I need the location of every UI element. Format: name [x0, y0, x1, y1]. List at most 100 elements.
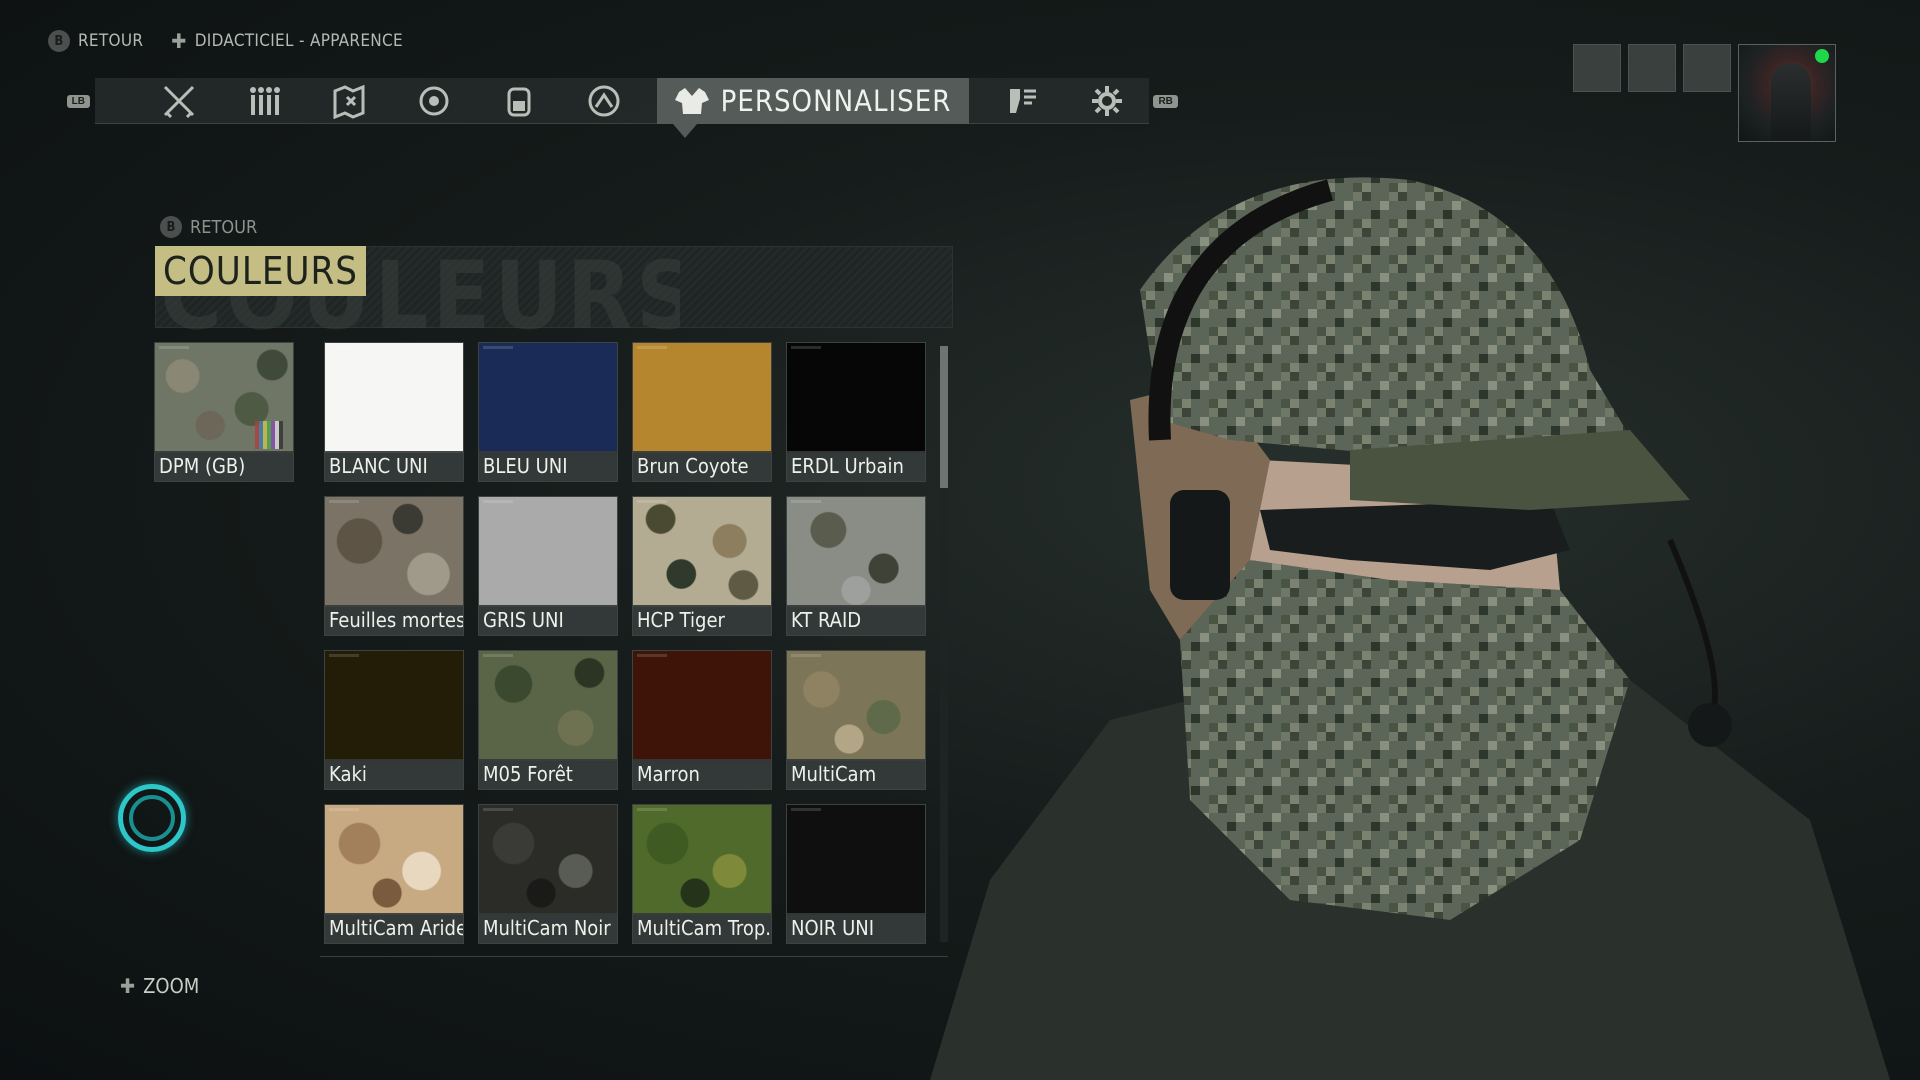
intel-icon: [1009, 88, 1036, 113]
color-swatch: [633, 805, 771, 915]
color-tile[interactable]: BLEU UNI: [478, 342, 618, 482]
cap: [1140, 177, 1650, 470]
color-tile-label: BLANC UNI: [325, 451, 463, 481]
hint-bar: B RETOUR ✚ DIDACTICIEL - APPARENCE: [48, 30, 403, 52]
color-tile-label: M05 Forêt: [479, 759, 617, 789]
tab-target[interactable]: [392, 78, 477, 124]
color-tile[interactable]: Brun Coyote: [632, 342, 772, 482]
b-button-icon: B: [160, 216, 182, 238]
color-tile[interactable]: Marron: [632, 650, 772, 790]
color-swatch: [325, 343, 463, 453]
headset-earpiece: [1170, 490, 1230, 600]
tab-weapons[interactable]: [137, 78, 222, 124]
color-tile[interactable]: MultiCam Trop...: [632, 804, 772, 944]
tab-map[interactable]: [307, 78, 392, 124]
color-tile-label: MultiCam Aride: [325, 913, 463, 943]
color-tile-label: GRIS UNI: [479, 605, 617, 635]
tab-skills[interactable]: [562, 78, 647, 124]
color-tile-label: MultiCam Noir: [479, 913, 617, 943]
color-swatch: [479, 651, 617, 761]
color-swatch: [787, 343, 925, 453]
color-tile[interactable]: M05 Forêt: [478, 650, 618, 790]
tab-settings[interactable]: [1064, 78, 1149, 124]
color-swatch: [633, 497, 771, 607]
color-tile-label: Kaki: [325, 759, 463, 789]
palette-icon: [255, 421, 283, 449]
b-button-icon: B: [48, 30, 70, 52]
color-swatch: [155, 343, 293, 453]
tab-team[interactable]: [222, 78, 307, 124]
color-tile-label: MultiCam Trop...: [633, 913, 771, 943]
list-divider: [320, 956, 948, 957]
zoom-label: ZOOM: [143, 974, 200, 998]
shirt-icon: [674, 87, 709, 114]
color-tile-label: Marron: [633, 759, 771, 789]
tab-backpack[interactable]: [477, 78, 562, 124]
panel-back[interactable]: B RETOUR: [160, 216, 257, 238]
color-tile-selected[interactable]: DPM (GB): [154, 342, 294, 482]
squad-slot[interactable]: [1573, 44, 1621, 92]
squad-slot[interactable]: [1683, 44, 1731, 92]
color-tile-label: BLEU UNI: [479, 451, 617, 481]
mic: [1688, 703, 1732, 747]
color-tile-label: KT RAID: [787, 605, 925, 635]
tab-intel[interactable]: [979, 78, 1064, 124]
lb-label: LB: [66, 94, 90, 108]
dpad-icon: ✚: [171, 29, 187, 53]
main-nav: LB PERSONNALISER RB: [62, 77, 1182, 138]
back-hint-label: RETOUR: [78, 31, 144, 51]
color-tile-label: NOIR UNI: [787, 913, 925, 943]
color-tile[interactable]: GRIS UNI: [478, 496, 618, 636]
color-swatch: [633, 651, 771, 761]
color-swatch: [325, 497, 463, 607]
color-tile-label: HCP Tiger: [633, 605, 771, 635]
color-tile[interactable]: Kaki: [324, 650, 464, 790]
color-tile[interactable]: KT RAID: [786, 496, 926, 636]
zoom-hint[interactable]: ✚ ZOOM: [120, 974, 199, 998]
tutorial-hint[interactable]: ✚ DIDACTICIEL - APPARENCE: [171, 31, 403, 51]
rb-label: RB: [1153, 94, 1178, 108]
target-icon: [419, 86, 449, 115]
color-tile[interactable]: NOIR UNI: [786, 804, 926, 944]
color-swatch: [325, 651, 463, 761]
color-swatch: [479, 497, 617, 607]
mic-cable: [1667, 538, 1718, 722]
color-swatch: [325, 805, 463, 915]
loading-spinner-icon: [118, 784, 186, 852]
page-title: COULEURS: [155, 246, 366, 296]
weapons-icon: [164, 85, 195, 118]
tab-personnaliser[interactable]: PERSONNALISER: [656, 77, 970, 138]
color-swatch: [787, 497, 925, 607]
color-swatch: [479, 805, 617, 915]
nav-tabs: PERSONNALISER: [94, 77, 1150, 138]
online-status-icon: [1815, 49, 1829, 63]
color-tile[interactable]: MultiCam Noir: [478, 804, 618, 944]
color-tile[interactable]: Feuilles mortes: [324, 496, 464, 636]
color-tile[interactable]: MultiCam: [786, 650, 926, 790]
color-tile[interactable]: HCP Tiger: [632, 496, 772, 636]
color-tile-label: MultiCam: [787, 759, 925, 789]
color-tile-label: ERDL Urbain: [787, 451, 925, 481]
color-tile-label: Feuilles mortes: [325, 605, 463, 635]
settings-icon: [1091, 85, 1122, 116]
lb-bumper[interactable]: LB: [62, 78, 95, 124]
skills-icon: [588, 85, 620, 116]
color-tile-label: Brun Coyote: [633, 451, 771, 481]
panel-back-label: RETOUR: [190, 216, 258, 238]
tab-personnaliser-label: PERSONNALISER: [720, 83, 952, 118]
squad-slot[interactable]: [1628, 44, 1676, 92]
color-swatch: [633, 343, 771, 453]
rb-bumper[interactable]: RB: [1149, 78, 1182, 124]
backpack-icon: [507, 87, 531, 116]
color-swatch: [479, 343, 617, 453]
soldier-preview: [930, 177, 1890, 1080]
color-tile[interactable]: BLANC UNI: [324, 342, 464, 482]
color-tile-label: DPM (GB): [155, 451, 293, 481]
tutorial-hint-label: DIDACTICIEL - APPARENCE: [194, 31, 403, 51]
color-tile[interactable]: MultiCam Aride: [324, 804, 464, 944]
scrollbar-thumb[interactable]: [940, 346, 948, 488]
team-icon: [250, 86, 281, 115]
color-tile[interactable]: ERDL Urbain: [786, 342, 926, 482]
map-icon: [333, 84, 365, 119]
back-hint[interactable]: B RETOUR: [48, 30, 143, 52]
